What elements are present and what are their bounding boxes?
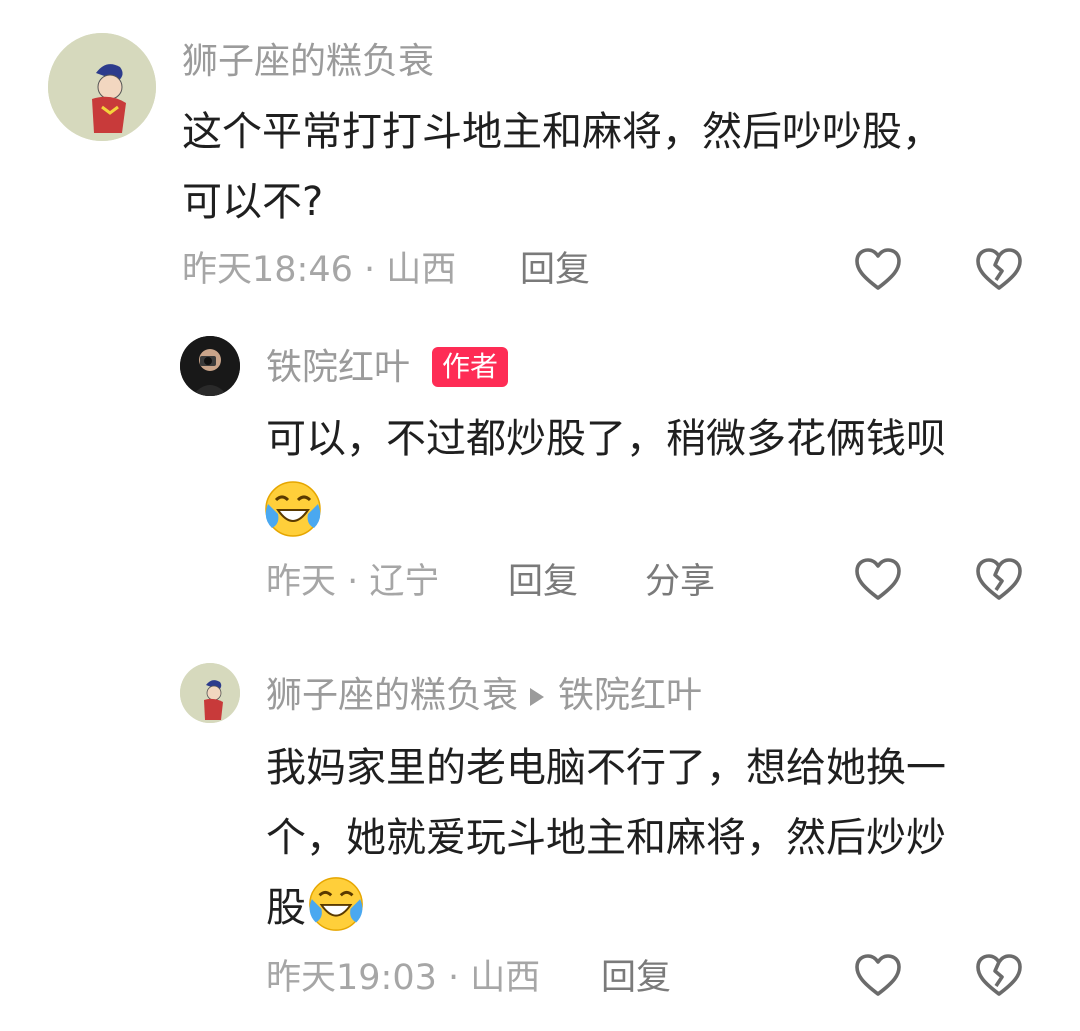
dislike-button[interactable] [974,555,1024,605]
dislike-button[interactable] [974,245,1024,295]
avatar[interactable] [48,33,156,141]
avatar[interactable] [180,663,240,723]
broken-heart-outline-icon [976,954,1022,996]
reply-button[interactable]: 回复 [601,956,671,1000]
avatar[interactable] [180,336,240,396]
comment-author[interactable]: 狮子座的糕负衰 [266,675,518,716]
cry-laughing-emoji [262,478,324,540]
comment-text-line: 我妈家里的老电脑不行了，想给她换一 [266,745,946,791]
author-badge: 作者 [432,347,509,387]
reply-button[interactable]: 回复 [508,560,578,604]
comment-text: 可以，不过都炒股了，稍微多花俩钱呗 [266,416,946,462]
reply-button[interactable]: 回复 [520,248,590,292]
comment-author[interactable]: 狮子座的糕负衰 [182,40,434,84]
reply-to-author[interactable]: 铁院红叶 [558,675,702,716]
reply-header: 狮子座的糕负衰 铁院红叶 [266,674,702,718]
dislike-button[interactable] [974,951,1024,1001]
heart-outline-icon [855,954,901,996]
like-button[interactable] [853,245,903,295]
broken-heart-outline-icon [976,248,1022,290]
comment-text-line: 个，她就爱玩斗地主和麻将，然后炒炒 [266,815,946,861]
avatar-doodle-image [48,33,156,141]
avatar-photographer-image [180,336,240,396]
reply-arrow-icon [530,688,545,706]
comment-time-location: 昨天 · 辽宁 [266,562,440,602]
like-button[interactable] [853,951,903,1001]
comment-text-line: 股 [266,873,366,943]
share-button[interactable]: 分享 [645,560,715,604]
heart-outline-icon [855,248,901,290]
comment-author[interactable]: 铁院红叶 [266,346,410,390]
cry-laughing-emoji [306,874,366,934]
comment-time-location: 昨天18:46 · 山西 [182,250,457,290]
comment-time-location: 昨天19:03 · 山西 [266,958,541,998]
avatar-doodle-image [180,663,240,723]
like-button[interactable] [853,555,903,605]
comment-text-fragment: 股 [266,885,306,931]
heart-outline-icon [855,558,901,600]
comment-text: 这个平常打打斗地主和麻将，然后吵吵股，可以不? [182,109,942,225]
broken-heart-outline-icon [976,558,1022,600]
